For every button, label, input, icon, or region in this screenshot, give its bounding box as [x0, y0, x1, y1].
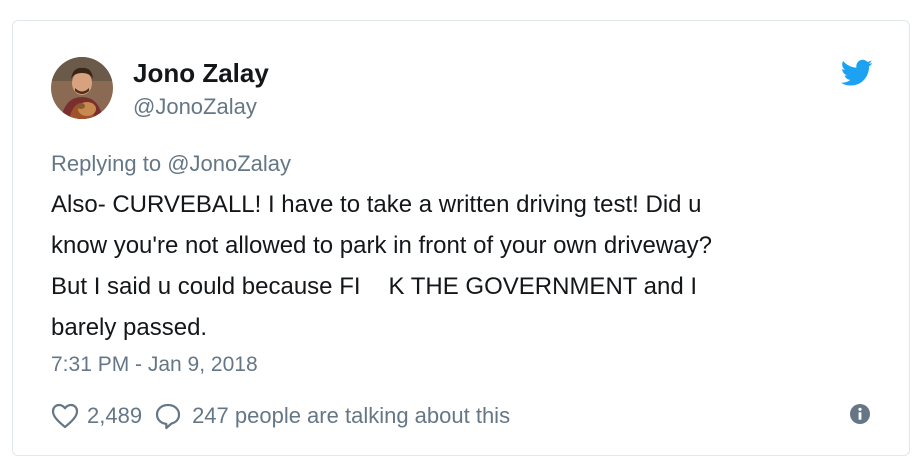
- tweet-line-part: But I said u could because FΙ: [51, 273, 361, 300]
- author-name[interactable]: Jono Zalay: [133, 57, 269, 89]
- tweet-line-part: K THE GOVERNMENT and I: [388, 273, 698, 300]
- tweet-timestamp[interactable]: 7:31 PM - Jan 9, 2018: [51, 351, 258, 379]
- talking-count: 247 people are talking about this: [192, 403, 511, 428]
- tweet-line: barely passed.: [51, 314, 208, 341]
- info-icon[interactable]: [849, 403, 871, 425]
- comment-icon: [154, 402, 182, 430]
- tweet-line: But I said u could because FΙ K THE GOVER…: [51, 266, 871, 307]
- tweet-line: Also- CURVEBALL! I have to take a writte…: [51, 191, 702, 218]
- author-handle[interactable]: @JonoZalay: [133, 93, 257, 121]
- tweet-actions: 2,489 247 people are talking about this: [51, 399, 510, 433]
- talking-link[interactable]: 247 people are talking about this: [154, 402, 510, 430]
- tweet-card: Jono Zalay @JonoZalay Replying to @JonoZ…: [12, 20, 910, 456]
- heart-icon: [51, 403, 79, 429]
- replying-handle-link[interactable]: @JonoZalay: [167, 151, 291, 176]
- like-button[interactable]: 2,489: [51, 403, 154, 429]
- tweet-text: Also- CURVEBALL! I have to take a writte…: [51, 184, 871, 348]
- replying-to: Replying to @JonoZalay: [51, 149, 291, 179]
- tweet-line: know you're not allowed to park in front…: [51, 232, 712, 259]
- avatar[interactable]: [51, 57, 113, 119]
- like-count: 2,489: [87, 403, 143, 428]
- twitter-bird-icon[interactable]: [840, 59, 873, 87]
- replying-prefix: Replying to: [51, 151, 162, 176]
